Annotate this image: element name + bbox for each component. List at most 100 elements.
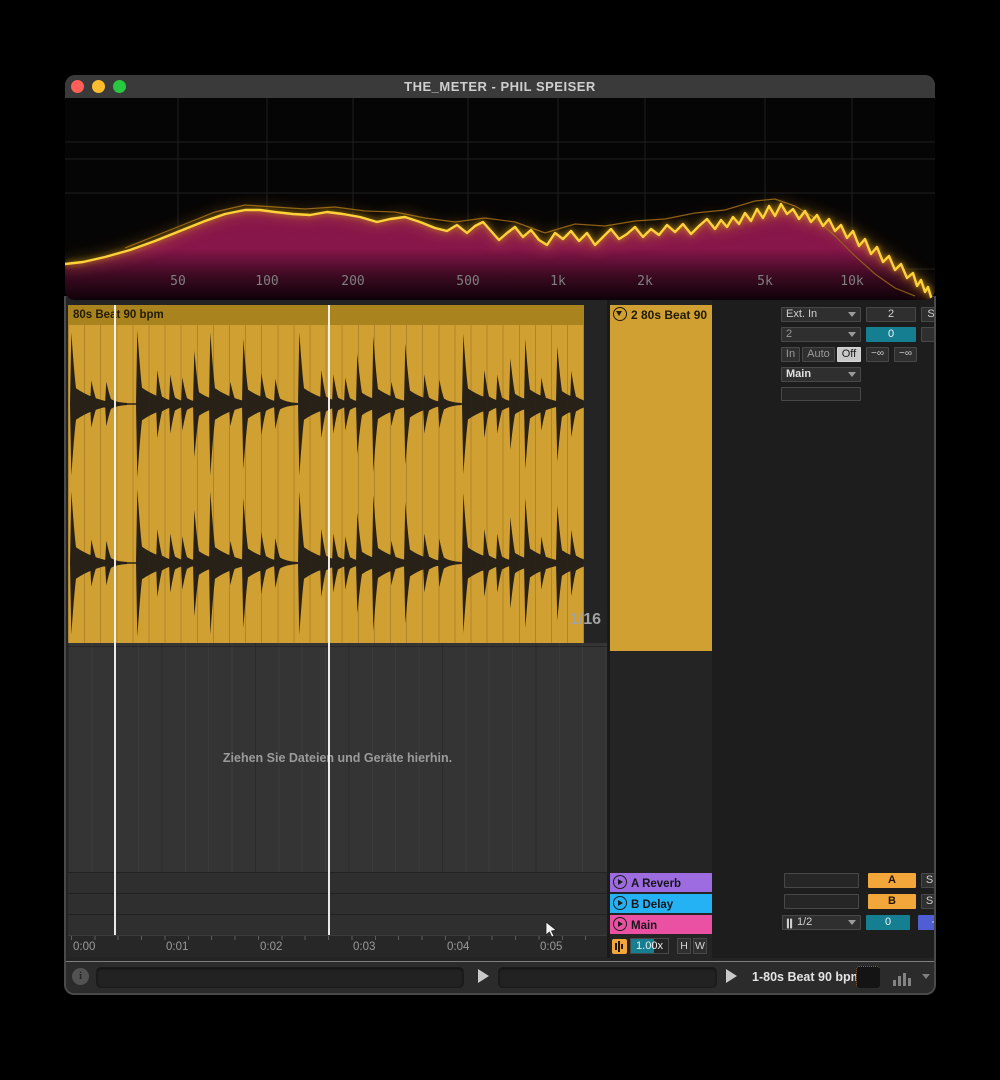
input-channel-value: 2 (786, 328, 792, 340)
send-a-value: −∞ (871, 348, 884, 359)
levels-icon[interactable] (893, 970, 917, 986)
return-lane-a[interactable] (68, 872, 607, 893)
input-type-chooser[interactable]: Ext. In (781, 307, 861, 322)
return-a-send-chooser[interactable] (784, 873, 859, 888)
clip-title-bar[interactable]: 80s Beat 90 bpm (68, 305, 584, 325)
volume-field[interactable]: 0 (866, 327, 916, 342)
chevron-down-icon (848, 372, 856, 377)
track-header-main[interactable]: Main (610, 915, 712, 934)
io-mixer-panel: Ext. In 2 In Auto Off Main 2 S 0 C −∞ −∞ (712, 297, 936, 958)
monitor-off-label: Off (842, 348, 856, 360)
freq-label: 500 (456, 274, 479, 289)
zoom-scale-value: 1.00x (636, 940, 663, 952)
freq-label: 10k (840, 274, 863, 289)
output-value: Main (786, 368, 811, 380)
send-b-field[interactable]: −∞ (894, 347, 917, 362)
chevron-down-icon (848, 312, 856, 317)
clip-selector[interactable]: 1-80s Beat 90 bpm (752, 970, 862, 984)
main-volume-field[interactable]: -6.0 (918, 915, 936, 930)
chevron-down-icon (848, 332, 856, 337)
zoom-scale-box[interactable]: 1.00x (630, 938, 669, 954)
play-track-icon[interactable] (613, 917, 627, 931)
follow-button[interactable] (612, 939, 627, 954)
h-label: H (680, 940, 688, 952)
solo-button[interactable]: S (921, 307, 936, 322)
chevron-down-icon[interactable] (922, 974, 930, 979)
clip-selector-label: 1-80s Beat 90 bpm (752, 970, 862, 984)
play-track-icon[interactable] (613, 896, 627, 910)
main-volume-value: -6.0 (932, 916, 936, 928)
freq-label: 100 (255, 274, 278, 289)
meter-titlebar[interactable]: THE_METER - PHIL SPEISER (65, 75, 935, 98)
time-ruler[interactable]: 0:00 0:01 0:02 0:03 0:04 0:05 (68, 935, 607, 957)
loop-end-marker (328, 305, 330, 935)
return-b-send-chooser[interactable] (784, 894, 859, 909)
zoom-height-button[interactable]: H (677, 938, 691, 954)
activator-label: 2 (888, 308, 894, 320)
pan-field[interactable]: C (921, 327, 936, 342)
mouse-cursor (545, 922, 559, 938)
cue-out-chooser[interactable]: 1/2 (782, 915, 861, 930)
output-chooser[interactable]: Main (781, 367, 861, 382)
clip-play-icon[interactable] (726, 969, 737, 983)
return-b-send-label[interactable]: B (868, 894, 916, 909)
return-b-solo[interactable]: S (921, 894, 936, 909)
send-b-value: −∞ (899, 348, 912, 359)
freq-label: 2k (637, 274, 653, 289)
solo-label: S (927, 308, 934, 320)
time-label: 0:01 (166, 941, 188, 953)
return-lane-b[interactable] (68, 893, 607, 914)
spectrum-plot (65, 98, 935, 300)
time-label: 0:04 (447, 941, 469, 953)
arrangement-empty-area[interactable]: Ziehen Sie Dateien und Geräte hierhin. (68, 643, 607, 935)
spectrum-analyzer: -6dB -12dB -24dB -48dB .db-lab{left:auto… (65, 98, 935, 300)
meter-window-title: THE_METER - PHIL SPEISER (65, 79, 935, 94)
play-track-icon[interactable] (613, 875, 627, 889)
search-field[interactable] (498, 967, 717, 988)
main-lane[interactable] (68, 914, 607, 935)
track-header-return-a[interactable]: A Reverb (610, 873, 712, 892)
freq-label: 5k (757, 274, 773, 289)
input-type-value: Ext. In (786, 308, 817, 320)
track-header-audio[interactable]: 2 80s Beat 90 (610, 305, 712, 651)
monitor-auto-button[interactable]: Auto (802, 347, 835, 362)
return-a-solo[interactable]: S (921, 873, 936, 888)
track-header-return-b[interactable]: B Delay (610, 894, 712, 913)
send-letter: B (888, 895, 896, 907)
output-sub-chooser[interactable] (781, 387, 861, 401)
monitor-in-button[interactable]: In (781, 347, 800, 362)
time-label: 0:05 (540, 941, 562, 953)
input-channel-chooser[interactable]: 2 (781, 327, 861, 342)
insert-marker (114, 305, 116, 935)
audio-clip[interactable] (68, 325, 584, 643)
fold-track-icon[interactable] (613, 307, 627, 321)
monitor-off-button[interactable]: Off (837, 347, 861, 362)
time-label: 0:02 (260, 941, 282, 953)
freq-label: 50 (170, 274, 186, 289)
screen: THE_METER - PHIL SPEISER -6dB -12dB -24d… (0, 0, 1000, 1080)
time-label: 0:00 (73, 941, 95, 953)
grid-division-label: 1/16 (521, 611, 601, 629)
cue-out-value: 1/2 (797, 916, 812, 928)
info-icon[interactable]: i (72, 968, 89, 985)
cue-volume-value: 0 (885, 916, 891, 928)
live-window: 80s Beat 90 bpm Ziehen Sie Dateien und G… (64, 296, 936, 995)
clip-slot-box[interactable] (856, 966, 880, 988)
send-a-field[interactable]: −∞ (866, 347, 889, 362)
preview-play-icon[interactable] (478, 969, 489, 983)
return-a-send-label[interactable]: A (868, 873, 916, 888)
cue-meter-icon (787, 919, 792, 929)
zoom-width-button[interactable]: W (693, 938, 707, 954)
solo-label: S (926, 874, 933, 886)
clip-grid (68, 325, 584, 643)
chevron-down-icon (848, 920, 856, 925)
time-label: 0:03 (353, 941, 375, 953)
info-text-field[interactable] (96, 967, 464, 988)
cue-volume-field[interactable]: 0 (866, 915, 910, 930)
freq-label: 200 (341, 274, 364, 289)
ruler-ticks (71, 936, 607, 940)
track-bottom-line (68, 646, 607, 647)
track-name: B Delay (631, 899, 673, 911)
status-bar: i 1-80s Beat 90 bpm (66, 961, 934, 994)
track-activator[interactable]: 2 (866, 307, 916, 322)
